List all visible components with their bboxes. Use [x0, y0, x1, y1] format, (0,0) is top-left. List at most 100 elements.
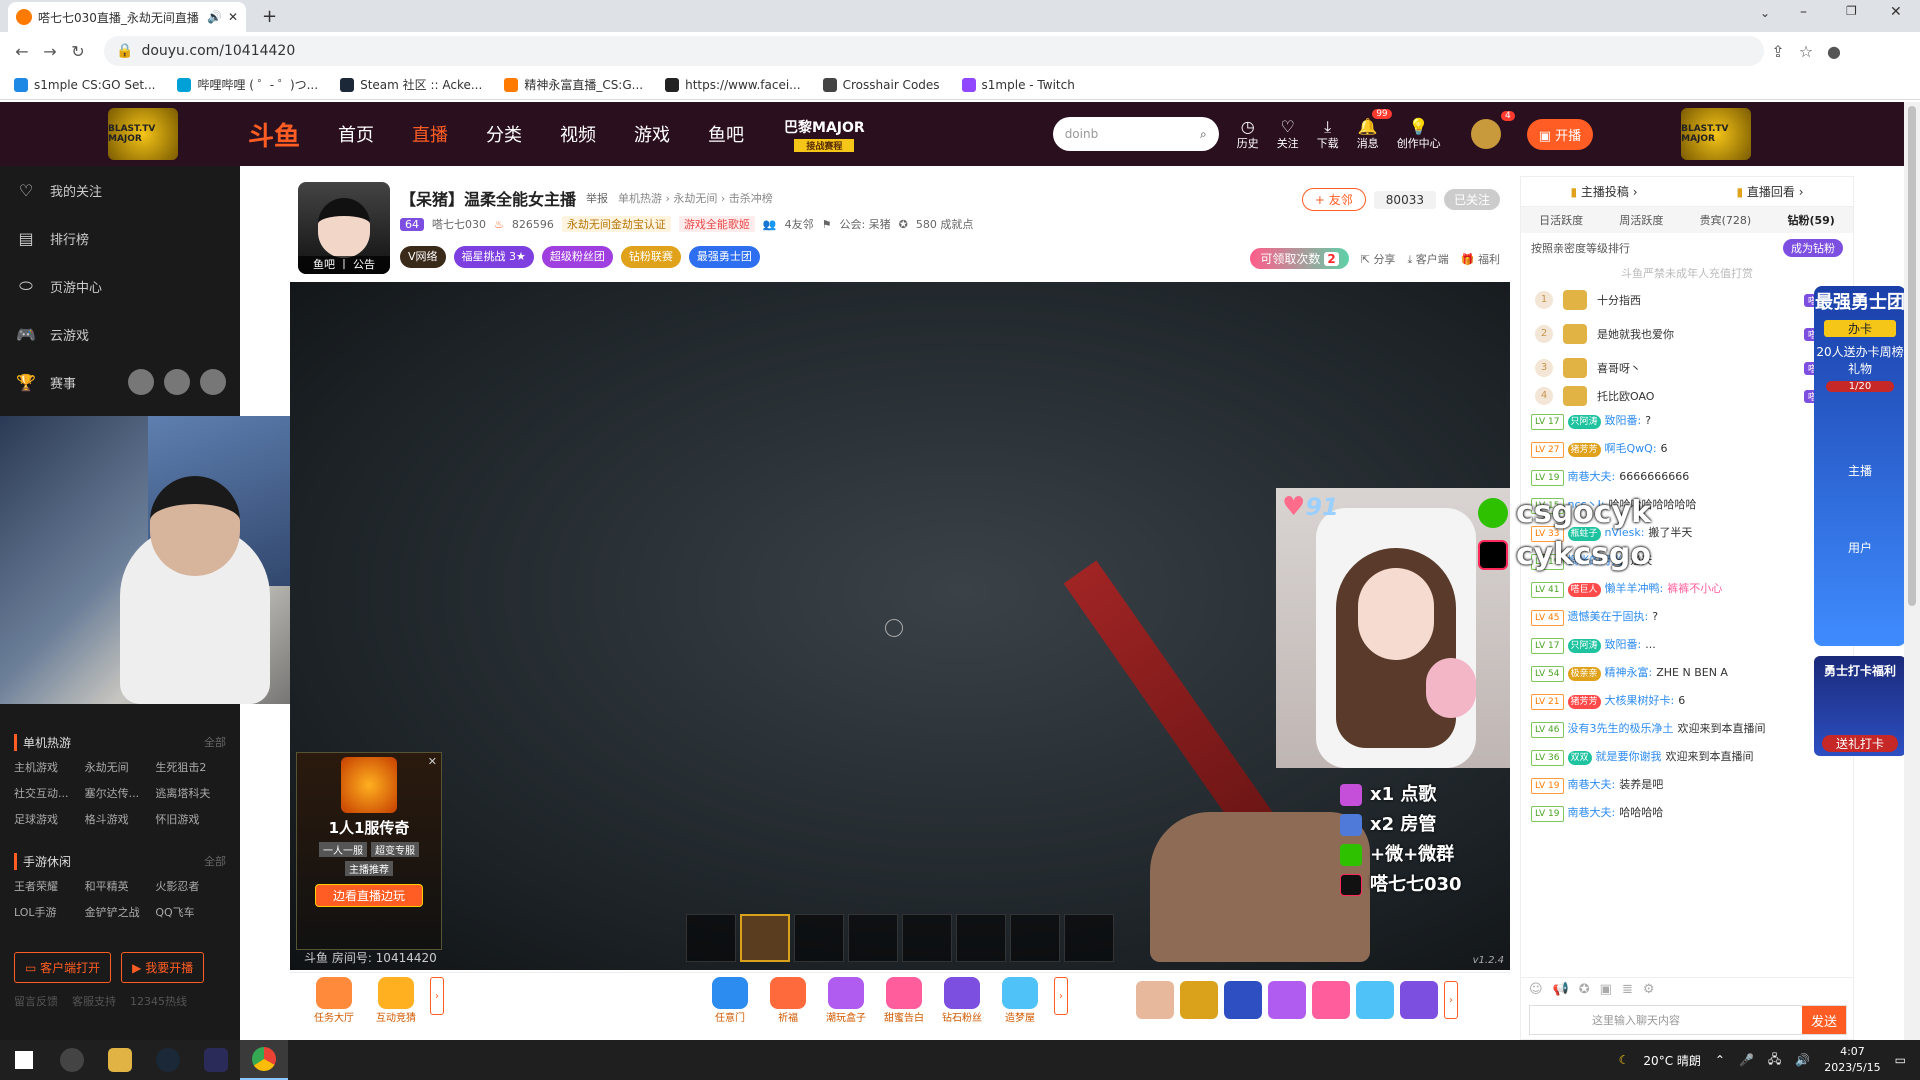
close-window-icon[interactable]: ✕ — [1890, 4, 1902, 20]
image-icon[interactable]: ▣ — [1600, 982, 1612, 997]
chat-message[interactable]: LV 41 嗒巨人 懒羊羊冲鸭: 裤裤不小心 — [1521, 575, 1853, 603]
title-tag[interactable]: 游戏全能歌姬 — [678, 216, 755, 232]
start-button[interactable] — [0, 1040, 48, 1080]
chat-username[interactable]: 南巷大夫: — [1568, 806, 1616, 819]
chat-username[interactable]: 大核果树好卡: — [1605, 694, 1675, 707]
sidebar-item-events[interactable]: 🏆 赛事 — [0, 358, 240, 406]
blast-major-logo-right[interactable]: BLAST.TV MAJOR — [1681, 108, 1752, 160]
pill-vnet[interactable]: V网络 — [400, 246, 446, 268]
taskbar-app[interactable] — [96, 1040, 144, 1080]
anchor-name[interactable]: 嗒七七030 — [432, 216, 486, 232]
chat-message[interactable]: LV 36 双双 就是要你谢我 欢迎来到本直播间 — [1521, 743, 1853, 771]
blast-major-logo[interactable]: BLAST.TV MAJOR — [108, 108, 178, 160]
creator-center-button[interactable]: 💡 创作中心 — [1397, 117, 1441, 151]
share-button[interactable]: ⇱ 分享 — [1361, 251, 1396, 267]
become-diamond-fan-button[interactable]: 成为钻粉 — [1783, 239, 1843, 257]
bookmark[interactable]: 哔哩哔哩 ( ゜- ゜)つ... — [177, 76, 318, 93]
client-button[interactable]: ⤓ 客户端 — [1407, 251, 1448, 267]
bookmark[interactable]: https://www.facei... — [665, 77, 801, 92]
chat-message[interactable]: LV 21 猪芳芳 大核果树好卡: 6 — [1521, 687, 1853, 715]
anchor-avatar[interactable]: 鱼吧 丨 公告 — [298, 182, 390, 274]
lol-logo-icon[interactable] — [128, 369, 155, 395]
taskbar-app[interactable] — [192, 1040, 240, 1080]
sidebar-item-following[interactable]: ♡ 我的关注 — [0, 166, 240, 214]
feedback-link[interactable]: 留言反馈 — [14, 993, 58, 1009]
pill-diamond-league[interactable]: 钻粉联赛 — [620, 246, 681, 268]
pill-warrior[interactable]: 最强勇士团 — [688, 246, 760, 268]
gift-item-icon[interactable] — [1224, 981, 1262, 1019]
warrior-group-widget[interactable]: 最强勇士团 办卡 20人送办卡周榜礼物 1/20 主播 用户 — [1814, 286, 1906, 646]
gift-pray[interactable]: 祈福 — [760, 977, 816, 1024]
minimize-icon[interactable]: – — [1800, 4, 1807, 20]
category-link[interactable]: 逃离塔科夫 — [155, 785, 226, 801]
category-link[interactable]: 火影忍者 — [155, 878, 226, 894]
chat-username[interactable]: 没有3先生的极乐净土 — [1568, 722, 1674, 735]
browser-tab[interactable]: 嗒七七030直播_永劫无间直播 🔊 ✕ — [8, 2, 246, 32]
emoji-icon[interactable]: ☺ — [1529, 982, 1543, 997]
pill-lucky[interactable]: 福星挑战 3★ — [453, 246, 534, 268]
chat-username[interactable]: 精神永富: — [1605, 666, 1653, 679]
profile-icon[interactable]: ● — [1820, 42, 1848, 61]
bookmark[interactable]: s1mple - Twitch — [961, 77, 1075, 92]
close-ad-icon[interactable]: ✕ — [428, 755, 437, 768]
gift-confess[interactable]: 甜蜜告白 — [876, 977, 932, 1024]
send-button[interactable]: 发送 — [1802, 1006, 1846, 1034]
sidebar-item-webgames[interactable]: ⬭ 页游中心 — [0, 262, 240, 310]
nav-games[interactable]: 游戏 — [634, 121, 670, 147]
settings-icon[interactable]: ⚙ — [1643, 982, 1655, 997]
major-banner[interactable]: 巴黎MAJOR 接战赛程 — [784, 117, 865, 152]
card-button[interactable]: 办卡 — [1824, 320, 1896, 337]
chat-username[interactable]: 致阳番: — [1605, 414, 1642, 427]
messages-button[interactable]: 🔔 99 消息 — [1357, 109, 1392, 151]
warrior-checkin-widget[interactable]: 勇士打卡福利 送礼打卡 — [1814, 656, 1906, 756]
send-checkin-button[interactable]: 送礼打卡 — [1822, 735, 1898, 752]
chat-message[interactable]: LV 19 南巷大夫: 6666666666 — [1521, 463, 1853, 491]
restore-icon[interactable]: ❐ — [1846, 4, 1857, 18]
chat-username[interactable]: 懒羊羊冲鸭: — [1605, 582, 1664, 595]
category-link[interactable]: 生死狙击2 — [155, 759, 226, 775]
kpl-logo-icon[interactable] — [164, 369, 191, 395]
rank-item[interactable]: 1十分指西嗒巨人 — [1521, 283, 1853, 317]
search-input[interactable]: doinb ⌕ — [1052, 117, 1219, 151]
chat-message[interactable]: LV 19 南巷大夫: 哈哈哈哈 — [1521, 799, 1853, 827]
forward-icon[interactable]: → — [36, 42, 64, 61]
clock[interactable]: 4:07 2023/5/15 — [1824, 1044, 1880, 1076]
client-open-button[interactable]: ▭ 客户端打开 — [14, 952, 112, 983]
douyu-logo[interactable]: 斗鱼 — [248, 116, 300, 153]
network-icon[interactable]: 🖧 — [1768, 1050, 1781, 1071]
gift-item-icon[interactable] — [1400, 981, 1438, 1019]
category-link[interactable]: 和平精英 — [85, 878, 156, 894]
nav-live[interactable]: 直播 — [412, 121, 448, 147]
rank-item[interactable]: 3喜哥呀丶嗒巨人 — [1521, 351, 1853, 385]
new-tab-icon[interactable]: + — [262, 6, 277, 27]
gift-diamond-fan[interactable]: 钻石粉丝 — [934, 977, 990, 1024]
weather[interactable]: 20°C 晴朗 — [1643, 1052, 1700, 1069]
follow-button[interactable]: ♡ 关注 — [1277, 117, 1299, 151]
taskbar-app[interactable] — [144, 1040, 192, 1080]
barrage-icon[interactable]: ≣ — [1622, 982, 1633, 997]
expand-arrow-icon[interactable]: › — [1444, 981, 1458, 1019]
history-button[interactable]: ◷ 历史 — [1237, 117, 1259, 151]
tray-chevron-icon[interactable]: ⌃ — [1715, 1053, 1725, 1067]
category-link[interactable]: 金铲铲之战 — [85, 904, 156, 920]
scrollbar-thumb[interactable] — [1908, 106, 1916, 606]
cert-tag[interactable]: 永劫无间金劫宝认证 — [561, 216, 671, 232]
category-link[interactable]: 永劫无间 — [85, 759, 156, 775]
category-link[interactable]: 主机游戏 — [14, 759, 85, 775]
chat-message[interactable]: LV 46 没有3先生的极乐净土 欢迎来到本直播间 — [1521, 715, 1853, 743]
guild[interactable]: 公会: 呆猪 — [839, 216, 890, 232]
anchor-posts-link[interactable]: ▮ 主播投稿 › — [1570, 183, 1637, 200]
sidebar-item-cloudgame[interactable]: 🎮 云游戏 — [0, 310, 240, 358]
gift-item-icon[interactable] — [1136, 981, 1174, 1019]
bookmark[interactable]: Steam 社区 :: Acke... — [340, 76, 482, 93]
category-link[interactable]: 足球游戏 — [14, 811, 85, 827]
chat-message[interactable]: LV 54 极亲亲 精神永富: ZHE N BEN A — [1521, 659, 1853, 687]
close-tab-icon[interactable]: ✕ — [228, 10, 238, 24]
expand-arrow-icon[interactable]: › — [430, 977, 444, 1015]
all-link[interactable]: 全部 — [204, 853, 226, 870]
category-link[interactable]: QQ飞车 — [155, 904, 226, 920]
speaker-icon[interactable]: 🔊 — [207, 10, 222, 24]
breadcrumb[interactable]: 单机热游 › 永劫无间 › 击杀冲榜 — [618, 190, 773, 206]
tab-daily[interactable]: 日活跃度 — [1539, 212, 1583, 228]
chat-message[interactable]: LV 27 猪芳芳 啊毛QwQ: 6 — [1521, 435, 1853, 463]
